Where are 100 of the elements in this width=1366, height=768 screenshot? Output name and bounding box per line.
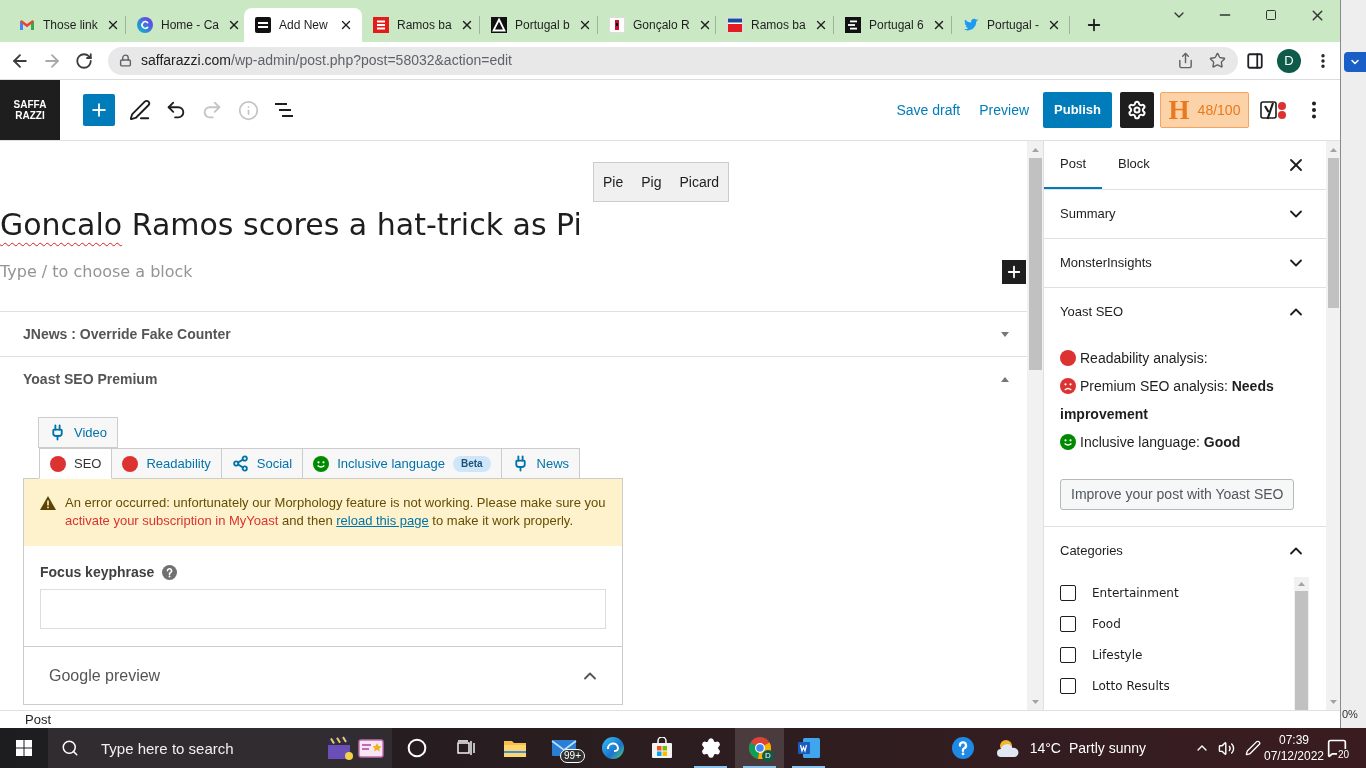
warning-icon (40, 496, 56, 510)
analysis-text: Inclusive language: Good (1080, 434, 1241, 450)
panel-header[interactable]: MonsterInsights (1044, 239, 1326, 287)
meta-box-header[interactable]: Yoast SEO Premium (0, 357, 1027, 401)
settings-icon (699, 737, 722, 759)
browser-tab[interactable]: Gonçalo R (598, 8, 716, 42)
count-badge: 99+ (560, 749, 585, 763)
maximize-icon[interactable] (1265, 9, 1277, 21)
panel-header[interactable]: Categories (1044, 527, 1326, 575)
meta-box-header[interactable]: JNews : Override Fake Counter (0, 312, 1027, 356)
error-message: An error occurred: unfortunately our Morphology feature is not working. Please make sure you activate your subscription in MyYoast and then reload this page to make it work properly. (65, 494, 607, 530)
site-logo-icon (255, 17, 271, 33)
scrollbar-thumb[interactable] (1295, 591, 1308, 710)
reload-icon[interactable] (75, 51, 93, 70)
suggestion-option[interactable]: Pie (594, 163, 633, 201)
triangle-logo-icon (491, 17, 507, 33)
checkbox[interactable] (1060, 677, 1076, 694)
close-icon[interactable] (339, 18, 353, 32)
analysis-text: Premium SEO analysis: Needs improvement (1060, 378, 1274, 422)
seo-tab[interactable]: Social (220, 448, 304, 479)
seo-tab[interactable]: Readability (111, 448, 222, 479)
swirl-logo-icon (601, 737, 624, 759)
site-logo[interactable]: SAFFA RAZZI (0, 80, 60, 140)
share-icon[interactable] (1177, 52, 1194, 69)
breadcrumb[interactable]: Post (25, 711, 51, 728)
plus-icon (89, 100, 109, 120)
subscription-link[interactable]: activate your subscription in MyYoast (65, 513, 279, 528)
four-panes-logo-icon (16, 740, 32, 756)
seo-tab[interactable]: Video (38, 417, 118, 448)
side-panel-icon[interactable] (1246, 51, 1264, 70)
plus-icon (1005, 263, 1023, 281)
lock-icon (119, 54, 132, 67)
undo-icon[interactable] (165, 99, 187, 121)
category-label[interactable]: Entertainment (1092, 583, 1179, 602)
checkbox[interactable] (1060, 646, 1076, 663)
taskbar-button[interactable]: D (735, 728, 784, 768)
browser-tab[interactable]: Portugal 6 (834, 8, 952, 42)
scrollbar[interactable] (1294, 577, 1309, 710)
browser-tab[interactable]: Portugal - (952, 8, 1070, 42)
pen-icon[interactable] (129, 99, 151, 121)
checkbox[interactable] (1060, 584, 1076, 601)
category-label[interactable]: Lotto Results (1092, 676, 1170, 695)
clock-time[interactable]: 07:39 (1279, 732, 1309, 748)
improve-post-button[interactable]: Improve your post with Yoast SEO (1060, 479, 1295, 510)
close-icon[interactable] (227, 18, 241, 32)
google-preview-header[interactable]: Google preview (24, 647, 622, 704)
bookmark-star-icon[interactable] (1209, 52, 1226, 69)
shopping-bag-icon (650, 737, 673, 759)
plug-icon (49, 424, 66, 441)
beta-badge: Beta (452, 455, 491, 472)
settings-button[interactable] (1120, 92, 1154, 128)
sidebar-tab[interactable]: Post (1044, 141, 1102, 189)
taskbar-button[interactable]: 99+ (539, 728, 588, 768)
help-icon[interactable] (951, 737, 974, 759)
search-field[interactable]: Type here to search (48, 728, 392, 768)
panel-header[interactable]: Summary (1044, 190, 1326, 238)
focus-keyphrase-input[interactable] (40, 589, 606, 629)
volume-icon[interactable] (1217, 739, 1235, 757)
browser-tab[interactable]: Those link (8, 8, 126, 42)
suggestion-option[interactable]: Picard (670, 163, 729, 201)
dropdown-button[interactable] (1344, 52, 1366, 72)
add-block-button[interactable] (1002, 260, 1026, 284)
checkbox[interactable] (1060, 615, 1076, 632)
plugin-logo-icon[interactable] (1260, 99, 1288, 121)
scrollbar[interactable] (1027, 141, 1043, 710)
seo-tab[interactable]: SEO (39, 448, 113, 479)
settings-icon (1127, 100, 1147, 120)
scrollbar-thumb[interactable] (1028, 158, 1042, 370)
browser-tab[interactable]: Add New (244, 8, 362, 42)
suggestion-option[interactable]: Pig (632, 163, 671, 201)
sidebar-tab[interactable]: Block (1102, 141, 1166, 189)
share-icon (231, 455, 249, 472)
browser-tab[interactable]: Ramos ba (362, 8, 480, 42)
browser-tab[interactable]: Ramos ba (716, 8, 834, 42)
panel-header[interactable]: Yoast SEO (1044, 288, 1326, 336)
reload-link[interactable]: reload this page (336, 513, 429, 528)
weather-widget[interactable]: 14°C Partly sunny (989, 728, 1150, 768)
star-card-icon (358, 737, 384, 759)
bar-tile-icon (609, 17, 625, 33)
seo-tab[interactable]: News (500, 448, 581, 479)
notifications-button[interactable]: 20 (1324, 728, 1350, 768)
clock-date[interactable]: 07/12/2022 (1263, 748, 1325, 764)
scrollbar[interactable] (1326, 141, 1340, 710)
save-draft-button[interactable]: Save draft (890, 92, 967, 128)
envelope-logo-icon (19, 17, 35, 33)
preview-button[interactable]: Preview (973, 92, 1036, 128)
field-label: Focus keyphrase (40, 562, 155, 582)
list-view-icon[interactable] (274, 102, 294, 118)
scrollbar-thumb[interactable] (1327, 158, 1339, 308)
browser-tab[interactable]: Home - Ca (126, 8, 244, 42)
post-title[interactable]: Goncalo Ramos scores a hat-trick as Pi (0, 205, 1027, 245)
browser-tab[interactable]: Portugal b (480, 8, 598, 42)
category-label[interactable]: Food (1092, 614, 1121, 633)
address-bar[interactable]: saffarazzi.com/wp-admin/post.php?post=58032&action=edit (108, 46, 1238, 75)
seo-tab[interactable]: Inclusive language Beta (302, 448, 502, 479)
new-tab-icon[interactable] (1085, 16, 1103, 34)
gradient-circle-icon (137, 17, 153, 33)
profile-avatar[interactable]: D (1277, 48, 1301, 73)
category-label[interactable]: Lifestyle (1092, 645, 1143, 664)
publish-button[interactable]: Publish (1043, 92, 1112, 128)
